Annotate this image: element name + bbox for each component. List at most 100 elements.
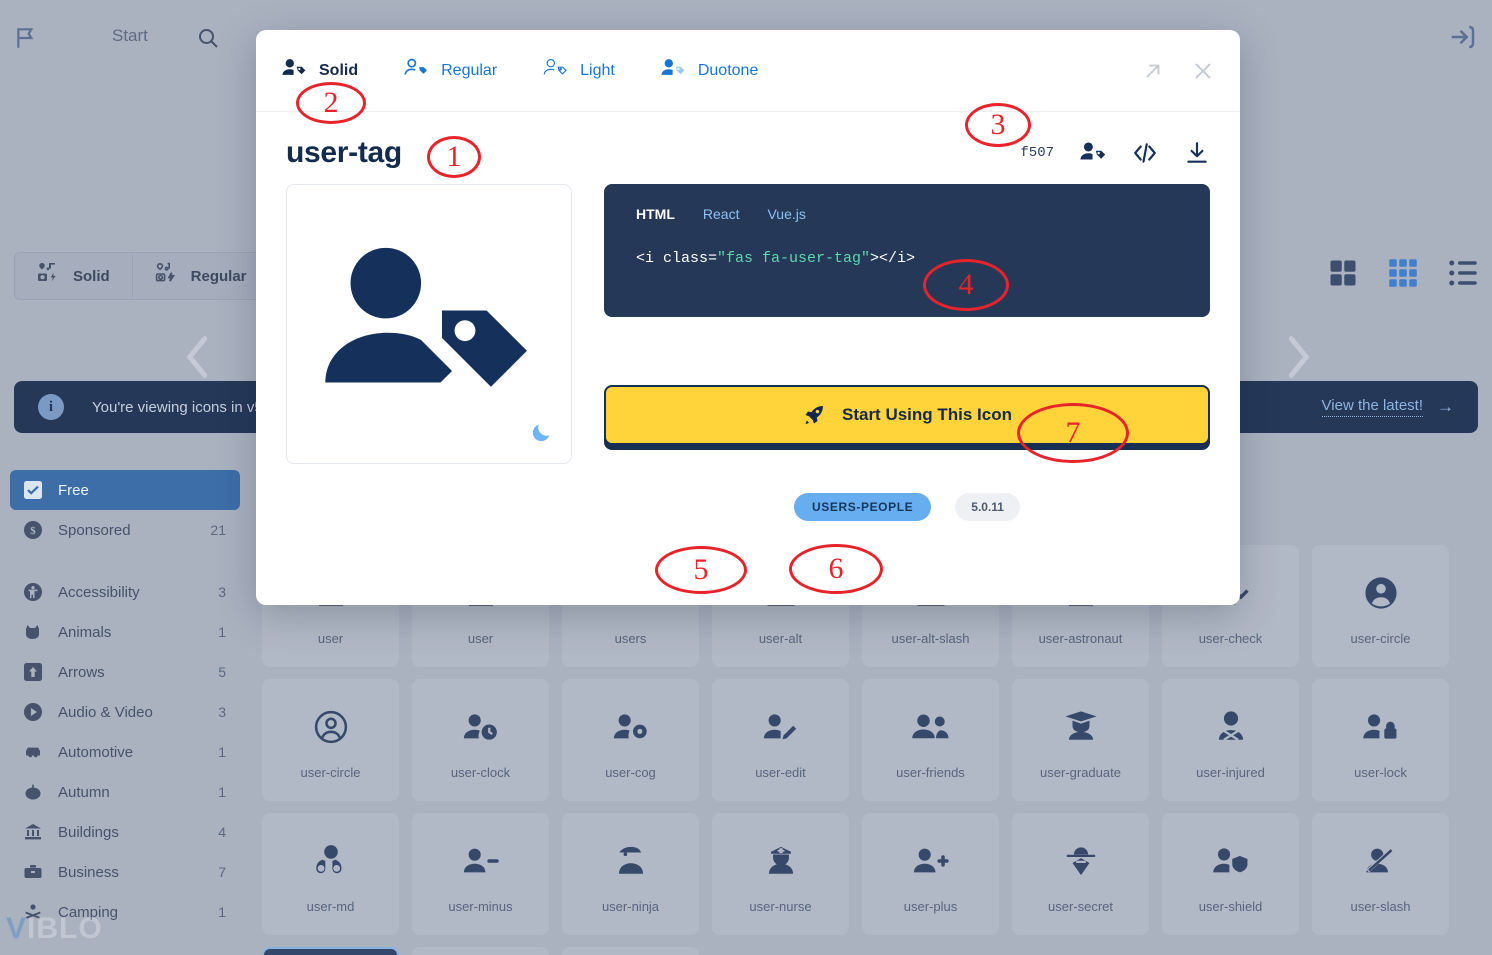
play-circle-icon <box>24 703 42 721</box>
sidebar-item-buildings[interactable]: Buildings 4 <box>10 812 240 852</box>
sidebar-item-free[interactable]: Free <box>10 470 240 510</box>
user-friends-icon <box>911 701 951 753</box>
expand-icon[interactable] <box>1142 60 1164 82</box>
sidebar-item-audio-video[interactable]: Audio & Video 3 <box>10 692 240 732</box>
nav-start-link[interactable]: Start <box>112 26 148 46</box>
icon-tile-selected-user-tag[interactable]: user-tag <box>262 947 399 955</box>
code-tab-html[interactable]: HTML <box>636 206 675 222</box>
tab-regular-label: Regular <box>441 61 498 79</box>
user-circle-outline-icon <box>314 701 348 753</box>
user-plus-icon <box>912 835 950 887</box>
close-icon[interactable] <box>1192 60 1214 82</box>
icon-label: user-circle <box>1350 630 1411 646</box>
icon-tile[interactable]: user-tie <box>412 947 549 955</box>
code-prefix: <i class= <box>636 250 718 267</box>
sidebar-item-accessibility[interactable]: Accessibility 3 <box>10 572 240 612</box>
tab-regular[interactable]: Regular <box>404 57 497 84</box>
icon-tile[interactable]: user-nurse <box>712 813 849 935</box>
sidebar-count: 7 <box>218 864 226 880</box>
tab-light[interactable]: Light <box>543 57 615 84</box>
sidebar-count: 1 <box>218 744 226 760</box>
icon-label: user-edit <box>755 764 806 780</box>
carousel-prev-chevron-left-icon[interactable] <box>178 330 218 384</box>
icon-tile[interactable]: user-circle <box>262 679 399 801</box>
start-using-icon-button[interactable]: Start Using This Icon <box>604 385 1210 445</box>
sidebar-item-sponsored[interactable]: $ Sponsored 21 <box>10 510 240 550</box>
sidebar-count: 4 <box>218 824 226 840</box>
icon-tile[interactable]: user-graduate <box>1012 679 1149 801</box>
tab-light-label: Light <box>580 61 615 79</box>
tab-solid[interactable]: Solid <box>282 57 358 84</box>
sidebar-count: 1 <box>218 784 226 800</box>
user-graduate-icon <box>1064 701 1098 753</box>
code-suffix: ></i> <box>870 250 916 267</box>
icon-label: user-slash <box>1350 898 1411 914</box>
unicode-value: f507 <box>1020 145 1054 161</box>
page-title: user-tag <box>286 136 402 169</box>
icon-label: user <box>317 630 344 646</box>
icon-label: user-md <box>306 898 355 914</box>
sidebar-item-business[interactable]: Business 7 <box>10 852 240 892</box>
small-grid-view-icon[interactable] <box>1388 258 1418 288</box>
code-snippet-box: HTML React Vue.js <i class="fas fa-user-… <box>604 184 1210 317</box>
search-icon[interactable] <box>196 26 220 50</box>
icon-preview-box <box>286 184 572 464</box>
sidebar-item-automotive[interactable]: Automotive 1 <box>10 732 240 772</box>
user-secret-icon <box>1064 835 1098 887</box>
style-button-regular-label: Regular <box>190 267 247 285</box>
sidebar-item-autumn[interactable]: Autumn 1 <box>10 772 240 812</box>
view-toggle-group <box>1328 258 1478 288</box>
icon-tile[interactable]: user-secret <box>1012 813 1149 935</box>
icon-tile[interactable]: user-md <box>262 813 399 935</box>
list-view-icon[interactable] <box>1448 258 1478 288</box>
style-button-regular[interactable]: Regular <box>133 253 269 299</box>
tab-duotone[interactable]: Duotone <box>661 57 758 84</box>
icon-label: user-check <box>1198 630 1263 646</box>
modal-title-row: user-tag f507 <box>286 112 1210 170</box>
viblo-watermark: VIBLO <box>6 912 103 946</box>
dollar-circle-icon: $ <box>24 521 42 539</box>
style-selector-bar: Solid Regular <box>14 252 270 300</box>
icon-label: user-nurse <box>749 898 812 914</box>
carousel-next-chevron-right-icon[interactable] <box>1278 330 1318 384</box>
download-icon[interactable] <box>1184 140 1210 166</box>
sidebar-count: 1 <box>218 904 226 920</box>
moon-icon[interactable] <box>531 421 553 449</box>
icon-tile[interactable]: user-plus <box>862 813 999 935</box>
icon-tile[interactable]: user-edit <box>712 679 849 801</box>
large-grid-view-icon[interactable] <box>1328 258 1358 288</box>
icon-tile[interactable]: user-friends <box>862 679 999 801</box>
user-tag-regular-icon <box>404 57 430 84</box>
code-tab-vue[interactable]: Vue.js <box>767 206 805 222</box>
icon-tile[interactable]: user-injured <box>1162 679 1299 801</box>
icon-tile[interactable]: user-cog <box>562 679 699 801</box>
sidebar-item-arrows[interactable]: Arrows 5 <box>10 652 240 692</box>
icon-tile[interactable]: user-ninja <box>562 813 699 935</box>
code-snippet-text[interactable]: <i class="fas fa-user-tag"></i> <box>636 250 1178 267</box>
icon-label: user-friends <box>896 764 965 780</box>
code-tab-react[interactable]: React <box>703 206 740 222</box>
code-icon[interactable] <box>1132 140 1158 166</box>
sign-in-icon[interactable] <box>1448 22 1478 52</box>
icon-tile[interactable]: user-circle <box>1312 545 1449 667</box>
style-button-solid[interactable]: Solid <box>15 253 133 299</box>
icon-tile[interactable]: user-times <box>562 947 699 955</box>
icon-tile[interactable]: user-shield <box>1162 813 1299 935</box>
icon-tile[interactable]: user-slash <box>1312 813 1449 935</box>
icon-tile[interactable]: user-clock <box>412 679 549 801</box>
icon-label: user-circle <box>300 764 361 780</box>
sidebar-count: 21 <box>210 522 226 538</box>
icon-tile[interactable]: user-minus <box>412 813 549 935</box>
watermark-v: V <box>6 912 28 945</box>
copy-glyph-icon[interactable] <box>1080 140 1106 166</box>
category-badge[interactable]: USERS-PEOPLE <box>794 493 932 521</box>
icon-label: user-injured <box>1196 764 1265 780</box>
arrow-right-icon: → <box>1437 397 1454 416</box>
sidebar-item-animals[interactable]: Animals 1 <box>10 612 240 652</box>
icon-label: user-secret <box>1047 898 1114 914</box>
view-latest-link[interactable]: View the latest! <box>1321 397 1423 417</box>
icon-tile[interactable]: user-lock <box>1312 679 1449 801</box>
flag-icon[interactable] <box>14 24 40 52</box>
sidebar-label: Business <box>58 863 119 881</box>
info-icon: i <box>38 394 64 420</box>
